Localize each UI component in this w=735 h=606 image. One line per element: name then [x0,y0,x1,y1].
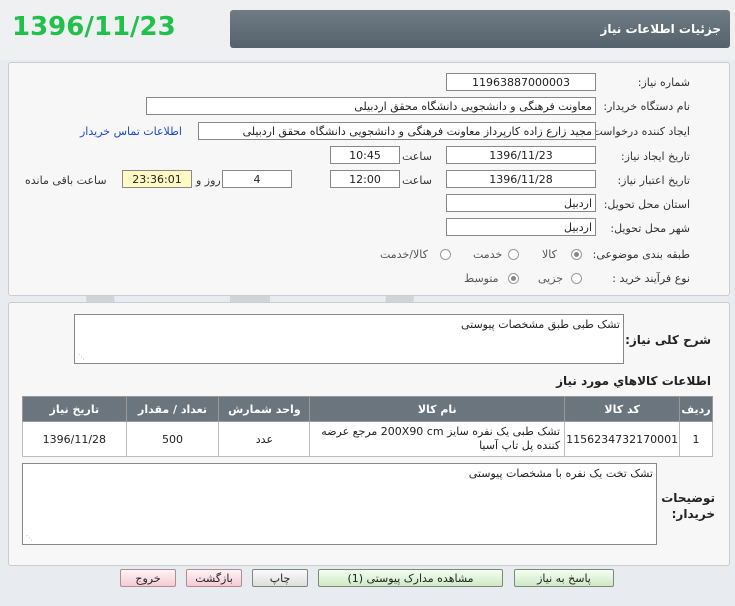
buyer-contact-link[interactable]: اطلاعات تماس خریدار [80,125,182,138]
col-qty: تعداد / مقدار [125,396,220,422]
back-button[interactable]: بازگشت [186,569,242,587]
col-code: کد کالا [564,396,681,422]
big-date: 1396/11/23 [12,12,176,42]
need-number-field: 11963887000003 [446,73,596,91]
buyer-org-field: معاونت فرهنگی و دانشجویی دانشگاه محقق ار… [146,97,596,115]
resize-grip-icon[interactable]: ⋰ [78,353,85,361]
city-field: اردبیل [446,218,596,236]
category-radio-both[interactable] [440,249,451,260]
purchase-option-medium: متوسط [464,272,499,285]
col-name: نام کالا [309,396,566,422]
purchase-radio-medium[interactable] [508,273,519,284]
table-row: 1 1156234732170001 تشک طبی یک نفره سایز … [22,421,713,457]
description-label: شرح کلی نیاز: [625,333,711,347]
requester-label: ایجاد کننده درخواست: [588,125,690,138]
purchase-radio-minor[interactable] [571,273,582,284]
category-radio-service[interactable] [508,249,519,260]
col-row: ردیف [679,396,713,422]
reply-button[interactable]: پاسخ به نیاز [514,569,614,587]
cell-row: 1 [679,421,713,457]
page-title: جزئیات اطلاعات نیاز [600,22,721,36]
exit-button[interactable]: خروج [120,569,176,587]
buyer-notes-text: تشک تخت یک نفره با مشخصات پیوستی [468,467,653,480]
cell-name: تشک طبی یک نفره سایز 200X90 cm مرجع عرضه… [309,421,566,457]
category-radio-goods[interactable] [571,249,582,260]
created-date-label: تاریخ ایجاد نیاز: [620,150,690,163]
buyer-org-label: نام دستگاه خریدار: [603,100,690,113]
remaining-days-field: 4 [222,170,292,188]
validity-time-field: 12:00 [330,170,400,188]
category-option-service: خدمت [473,248,503,261]
cell-code: 1156234732170001 [564,421,681,457]
remaining-time-field: 23:36:01 [122,170,192,188]
description-field: تشک طبی طبق مشخصات پیوستی ⋰ [74,314,624,364]
remaining-label: ساعت باقی مانده [25,174,107,187]
created-date-field: 1396/11/23 [446,146,596,164]
purchase-option-minor: جزیی [538,272,564,285]
cell-qty: 500 [125,421,220,457]
category-option-goods: کالا [542,248,557,261]
category-option-both: کالا/خدمت [380,248,428,261]
items-section-title: اطلاعات کالاهاي مورد نياز [556,374,711,388]
need-number-label: شماره نیاز: [637,76,690,89]
cell-unit: عدد [218,421,311,457]
items-table: ردیف کد کالا نام کالا واحد شمارش تعداد /… [22,396,713,457]
buyer-notes-field: تشک تخت یک نفره با مشخصات پیوستی ⋰ [22,463,657,545]
requester-field: مجید زارع زاده کارپرداز معاونت فرهنگی و … [198,122,596,140]
validity-date-field: 1396/11/28 [446,170,596,188]
description-text: تشک طبی طبق مشخصات پیوستی [460,318,620,331]
city-label: شهر محل تحویل: [610,222,690,235]
category-label: طبقه بندی موضوعی: [592,248,690,261]
created-time-field: 10:45 [330,146,400,164]
created-time-label: ساعت [402,150,432,163]
cell-date: 1396/11/28 [22,421,127,457]
province-label: استان محل تحویل: [603,198,690,211]
col-date: تاریخ نیاز [22,396,127,422]
days-label: روز و [196,174,221,187]
validity-time-label: ساعت [402,174,432,187]
col-unit: واحد شمارش [218,396,311,422]
print-button[interactable]: چاپ [252,569,308,587]
buyer-notes-label: توضیحات خریدار: [661,491,715,521]
resize-grip-icon[interactable]: ⋰ [26,534,33,542]
attachments-button[interactable]: مشاهده مدارک پیوستی (1) [318,569,503,587]
province-field: اردبیل [446,194,596,212]
items-table-header: ردیف کد کالا نام کالا واحد شمارش تعداد /… [22,396,713,422]
purchase-type-label: نوع فرآیند خرید : [612,272,690,285]
validity-date-label: تاریخ اعتبار نیاز: [617,174,690,187]
